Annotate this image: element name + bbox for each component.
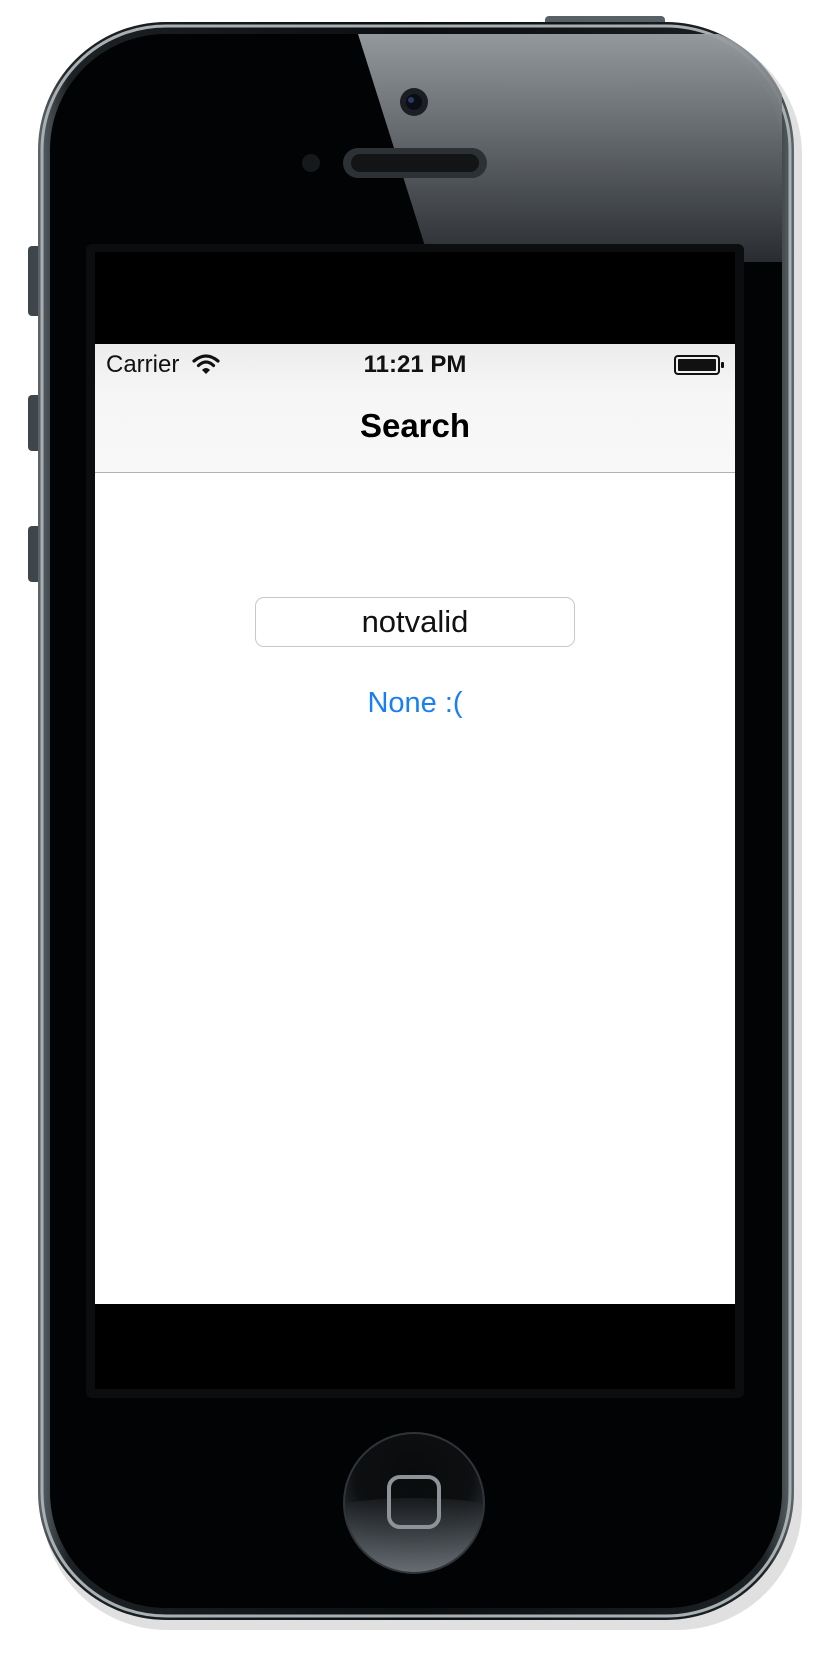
app-screen: Carrier 11:21 PM Search None :( bbox=[95, 344, 735, 1304]
search-input[interactable] bbox=[255, 597, 575, 647]
front-camera-icon bbox=[400, 88, 428, 116]
page-title: Search bbox=[359, 407, 471, 444]
status-bar: Carrier 11:21 PM bbox=[95, 344, 735, 386]
simulator-stage: Carrier 11:21 PM Search None :( bbox=[0, 0, 828, 1668]
battery-full-icon bbox=[674, 355, 724, 375]
home-button-icon bbox=[343, 1432, 485, 1574]
status-time: 11:21 PM bbox=[363, 351, 467, 378]
earpiece-speaker-icon bbox=[343, 148, 487, 178]
navigation-bar: Carrier 11:21 PM Search bbox=[95, 344, 735, 473]
search-result-label: None :( bbox=[367, 687, 463, 719]
